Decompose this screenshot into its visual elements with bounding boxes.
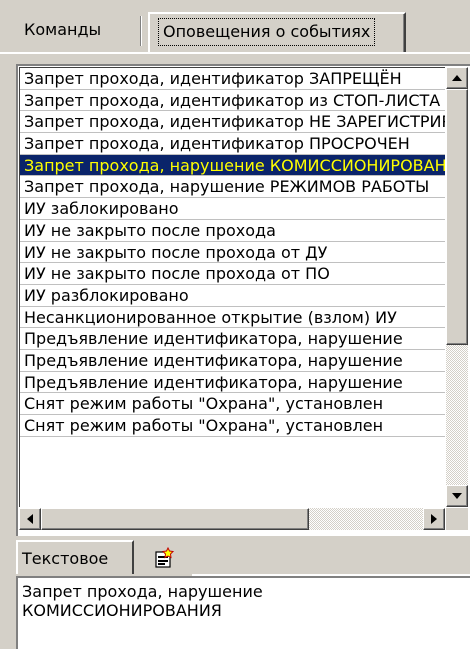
list-item[interactable]: Снят режим работы "Охрана", установлен [20, 393, 445, 415]
top-tab-bar: Команды Оповещения о событиях [0, 0, 470, 58]
scroll-right-button[interactable] [423, 508, 445, 530]
list-item[interactable]: ИУ не закрыто после прохода от ПО [20, 263, 445, 285]
list-item[interactable]: Запрет прохода, идентификатор из СТОП-ЛИ… [20, 90, 445, 112]
scroll-up-button[interactable] [446, 67, 468, 89]
tab-new-item[interactable] [136, 542, 192, 574]
arrow-up-icon [452, 75, 462, 81]
list-item[interactable]: Запрет прохода, нарушение КОМИССИОНИРОВА… [20, 154, 445, 177]
tab-underline [0, 52, 470, 54]
list-item[interactable]: Предъявление идентификатора, нарушение [20, 350, 445, 372]
list-item[interactable]: Несанкционированное открытие (взлом) ИУ [20, 307, 445, 329]
list-item[interactable]: Запрет прохода, идентификатор ЗАПРЕЩЁН [20, 68, 445, 90]
list-item[interactable]: Снят режим работы "Охрана", установлен [20, 415, 445, 437]
text-line-2: КОМИССИОНИРОВАНИЯ [22, 601, 222, 620]
list-item[interactable]: ИУ заблокировано [20, 198, 445, 220]
bottom-tab-bar: Текстовое [0, 536, 470, 576]
tab-event-notifications-label: Оповещения о событиях [158, 18, 376, 46]
arrow-left-icon [27, 514, 33, 524]
tab-text[interactable]: Текстовое [16, 540, 134, 574]
list-item[interactable]: Запрет прохода, идентификатор ПРОСРОЧЕН [20, 133, 445, 155]
list-item[interactable]: Предъявление идентификатора, нарушение [20, 328, 445, 350]
list-item[interactable]: Предъявление идентификатора, нарушение [20, 372, 445, 394]
arrow-down-icon [452, 493, 462, 499]
list-item[interactable]: ИУ не закрыто после прохода от ДУ [20, 242, 445, 264]
vertical-scrollbar[interactable] [446, 67, 468, 507]
list-item[interactable]: Запрет прохода, идентификатор НЕ ЗАРЕГИС… [20, 111, 445, 134]
scrollbar-corner [446, 508, 468, 530]
event-listbox[interactable]: Запрет прохода, идентификатор ЗАПРЕЩЁН За… [16, 64, 470, 536]
horizontal-scroll-thumb[interactable] [41, 508, 309, 530]
horizontal-scrollbar[interactable] [19, 508, 445, 530]
tab-event-notifications[interactable]: Оповещения о событиях [148, 12, 406, 52]
event-list: Запрет прохода, идентификатор ЗАПРЕЩЁН За… [19, 67, 445, 507]
scroll-left-button[interactable] [19, 508, 41, 530]
vertical-scroll-thumb[interactable] [446, 89, 468, 345]
new-item-icon [155, 547, 175, 568]
tab-divider [140, 16, 142, 46]
arrow-right-icon [431, 514, 437, 524]
text-line-1: Запрет прохода, нарушение [22, 582, 263, 601]
scroll-down-button[interactable] [446, 485, 468, 507]
event-text-area[interactable]: Запрет прохода, нарушение КОМИССИОНИРОВА… [16, 576, 470, 649]
list-item[interactable]: ИУ не закрыто после прохода [20, 220, 445, 242]
tab-commands[interactable]: Команды [16, 14, 138, 50]
list-item[interactable]: Запрет прохода, нарушение РЕЖИМОВ РАБОТЫ [20, 176, 445, 199]
list-item[interactable]: ИУ разблокировано [20, 285, 445, 307]
